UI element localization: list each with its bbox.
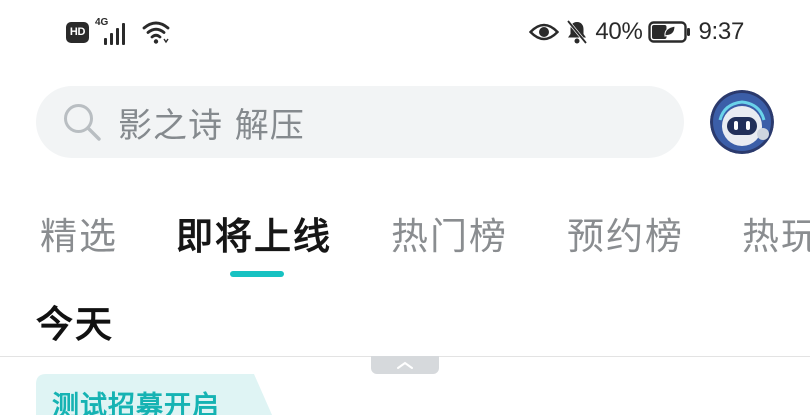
tab-preorder-chart[interactable]: 预约榜 xyxy=(567,206,684,260)
avatar[interactable] xyxy=(710,90,774,154)
collapse-handle[interactable] xyxy=(371,356,439,374)
search-placeholder: 影之诗 解压 xyxy=(118,105,305,146)
status-right: 40% 9:37 xyxy=(529,14,744,50)
screen: HD 4G 40% 9:37 影之诗 解压 精选 即将上线 热门榜 预约榜 热玩… xyxy=(0,0,810,415)
signal-bars xyxy=(104,23,125,45)
section-title-today: 今天 xyxy=(36,303,114,346)
badge-label: 测试招募开启 xyxy=(52,391,220,415)
tab-popular-chart[interactable]: 热门榜 xyxy=(391,206,508,260)
bell-muted-icon xyxy=(567,19,588,45)
hd-icon: HD xyxy=(66,21,89,43)
tab-bar: 精选 即将上线 热门榜 预约榜 热玩 xyxy=(0,200,810,280)
robot-avatar-icon xyxy=(710,90,774,154)
wifi-icon xyxy=(142,21,170,44)
search-input[interactable]: 影之诗 解压 xyxy=(36,86,684,158)
clock: 9:37 xyxy=(698,18,744,45)
tab-upcoming[interactable]: 即将上线 xyxy=(176,206,332,260)
status-bar: HD 4G 40% 9:37 xyxy=(0,0,810,62)
eye-icon xyxy=(529,23,560,41)
tab-hot-play[interactable]: 热玩 xyxy=(742,206,810,260)
chevron-up-icon xyxy=(397,361,413,369)
status-left: HD 4G xyxy=(66,14,171,50)
tab-featured[interactable]: 精选 xyxy=(40,206,118,260)
signal-icon: 4G xyxy=(95,17,135,47)
battery-percent: 40% xyxy=(595,18,643,45)
active-tab-indicator xyxy=(230,271,284,277)
search-icon xyxy=(64,104,101,141)
battery-icon xyxy=(648,21,691,43)
test-recruit-badge: 测试招募开启 xyxy=(36,374,276,415)
